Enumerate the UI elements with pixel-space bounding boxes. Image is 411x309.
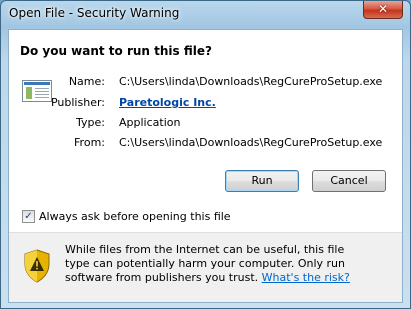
whats-the-risk-link[interactable]: What's the risk?	[262, 271, 350, 284]
warning-message: While files from the Internet can be use…	[65, 243, 365, 285]
warning-shield-icon	[24, 249, 50, 283]
always-ask-checkbox[interactable]: ✓	[22, 210, 35, 223]
warning-panel: While files from the Internet can be use…	[9, 232, 402, 302]
cancel-button[interactable]: Cancel	[312, 170, 386, 192]
close-icon: ✕	[377, 2, 389, 16]
from-value: C:\Users\linda\Downloads\RegCureProSetup…	[119, 136, 383, 149]
close-button[interactable]: ✕	[363, 1, 403, 19]
title-bar[interactable]: Open File - Security Warning ✕	[1, 1, 410, 27]
always-ask-label[interactable]: Always ask before opening this file	[39, 210, 231, 223]
from-label: From:	[74, 136, 105, 149]
dialog-heading: Do you want to run this file?	[20, 44, 212, 58]
window-title: Open File - Security Warning	[9, 6, 180, 20]
dialog-window: Open File - Security Warning ✕ Do you wa…	[0, 0, 411, 309]
type-value: Application	[119, 116, 181, 129]
name-label: Name:	[68, 75, 105, 88]
name-value: C:\Users\linda\Downloads\RegCureProSetup…	[119, 75, 383, 88]
publisher-label: Publisher:	[50, 96, 105, 109]
publisher-link[interactable]: Paretologic Inc.	[119, 96, 216, 109]
run-button[interactable]: Run	[225, 170, 299, 192]
type-label: Type:	[76, 116, 105, 129]
checkmark-icon: ✓	[24, 211, 33, 222]
dialog-content: Do you want to run this file? Name: C:\U…	[8, 29, 403, 303]
